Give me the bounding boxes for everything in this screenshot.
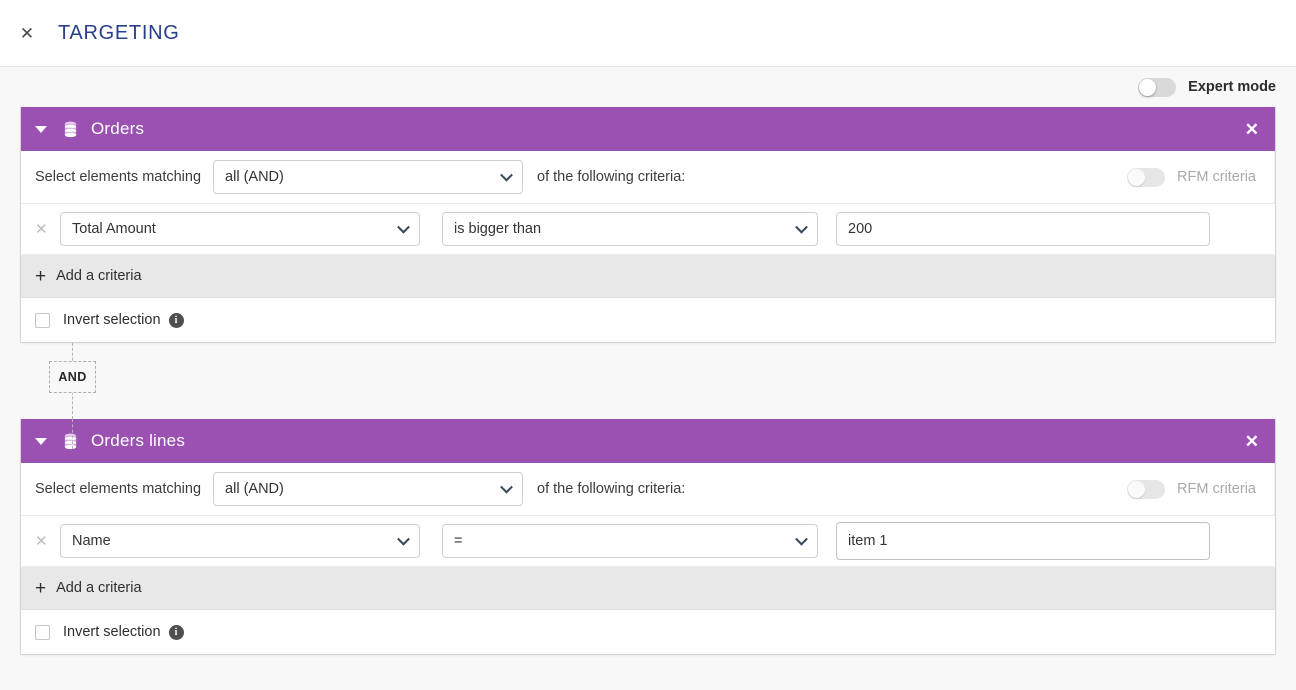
- criteria-operator-value: =: [454, 533, 463, 549]
- rfm-criteria-toggle[interactable]: [1127, 479, 1166, 499]
- match-prefix-label: Select elements matching: [35, 481, 202, 497]
- invert-selection-row: Invert selection i: [21, 610, 1275, 654]
- invert-selection-checkbox[interactable]: [35, 312, 50, 328]
- match-suffix-label: of the following criteria:: [537, 169, 686, 185]
- invert-selection-label: Invert selection: [63, 312, 161, 328]
- caret-down-icon[interactable]: [35, 437, 47, 445]
- group-header-orders: Orders ✕: [21, 107, 1275, 151]
- match-row: Select elements matching all (AND) of th…: [21, 151, 1275, 204]
- criteria-value-input[interactable]: [836, 212, 1210, 246]
- expert-mode-label: Expert mode: [1188, 79, 1276, 95]
- criteria-operator-value: is bigger than: [454, 221, 542, 237]
- page-title: TARGETING: [58, 21, 180, 44]
- criteria-operator-select[interactable]: =: [442, 524, 818, 558]
- plus-icon: +: [35, 265, 47, 287]
- add-criteria-button[interactable]: + Add a criteria: [21, 567, 1275, 610]
- rfm-criteria-block: RFM criteria: [1127, 151, 1275, 203]
- top-bar: ✕ TARGETING: [0, 0, 1296, 67]
- criteria-row: ✕ Name =: [21, 516, 1275, 567]
- group-connector: AND: [20, 343, 1296, 419]
- add-criteria-label: Add a criteria: [56, 268, 142, 284]
- caret-down-icon[interactable]: [35, 125, 47, 133]
- targeting-canvas: Expert mode Orders ✕ Select elements mat…: [0, 67, 1296, 690]
- expert-mode-toggle[interactable]: [1138, 77, 1177, 97]
- connector-operator-badge[interactable]: AND: [49, 361, 96, 393]
- criteria-field-select[interactable]: Total Amount: [60, 212, 420, 246]
- rfm-criteria-toggle-knob: [1128, 168, 1146, 186]
- match-prefix-label: Select elements matching: [35, 169, 202, 185]
- invert-selection-checkbox[interactable]: [35, 624, 50, 640]
- match-mode-value: all (AND): [225, 481, 284, 497]
- criteria-group-orders: Orders ✕ Select elements matching all (A…: [20, 107, 1276, 343]
- info-icon[interactable]: i: [168, 624, 184, 640]
- add-criteria-label: Add a criteria: [56, 580, 142, 596]
- chevron-down-icon: [795, 220, 808, 234]
- chevron-down-icon: [397, 532, 410, 546]
- remove-criteria-icon[interactable]: ✕: [35, 534, 55, 549]
- invert-selection-row: Invert selection i: [21, 298, 1275, 342]
- connector-tail-line: [72, 419, 73, 449]
- rfm-criteria-toggle-knob: [1128, 480, 1146, 498]
- close-icon[interactable]: ✕: [1243, 121, 1261, 138]
- group-wrapper-orders: Orders ✕ Select elements matching all (A…: [0, 107, 1296, 343]
- criteria-operator-select[interactable]: is bigger than: [442, 212, 818, 246]
- match-mode-select[interactable]: all (AND): [213, 160, 524, 194]
- group-title: Orders lines: [91, 431, 186, 450]
- criteria-group-orders-lines: Orders lines ✕ Select elements matching …: [20, 419, 1276, 655]
- chevron-down-icon: [500, 480, 513, 494]
- info-icon[interactable]: i: [168, 312, 184, 328]
- match-suffix-label: of the following criteria:: [537, 481, 686, 497]
- rfm-criteria-label: RFM criteria: [1177, 169, 1256, 185]
- criteria-field-value: Total Amount: [72, 221, 156, 237]
- invert-selection-label: Invert selection: [63, 624, 161, 640]
- criteria-row: ✕ Total Amount is bigger than: [21, 204, 1275, 255]
- expert-mode-toggle-knob: [1139, 78, 1157, 96]
- add-criteria-button[interactable]: + Add a criteria: [21, 255, 1275, 298]
- plus-icon: +: [35, 577, 47, 599]
- rfm-criteria-toggle[interactable]: [1127, 167, 1166, 187]
- remove-criteria-icon[interactable]: ✕: [35, 222, 55, 237]
- rfm-criteria-label: RFM criteria: [1177, 481, 1256, 497]
- group-wrapper-orders-lines: Orders lines ✕ Select elements matching …: [0, 419, 1296, 655]
- criteria-value-input[interactable]: [836, 522, 1210, 560]
- rfm-criteria-block: RFM criteria: [1127, 463, 1275, 515]
- close-icon[interactable]: ✕: [1243, 433, 1261, 450]
- criteria-field-value: Name: [72, 533, 111, 549]
- chevron-down-icon: [397, 220, 410, 234]
- close-icon[interactable]: ✕: [14, 20, 40, 46]
- match-mode-value: all (AND): [225, 169, 284, 185]
- database-stack-icon: [61, 432, 80, 451]
- database-stack-icon: [61, 120, 80, 139]
- chevron-down-icon: [795, 532, 808, 546]
- group-header-orders-lines: Orders lines ✕: [21, 419, 1275, 463]
- group-title: Orders: [91, 119, 145, 138]
- match-mode-select[interactable]: all (AND): [213, 472, 524, 506]
- match-row: Select elements matching all (AND) of th…: [21, 463, 1275, 516]
- chevron-down-icon: [500, 168, 513, 182]
- criteria-field-select[interactable]: Name: [60, 524, 420, 558]
- expert-mode-row: Expert mode: [0, 67, 1296, 107]
